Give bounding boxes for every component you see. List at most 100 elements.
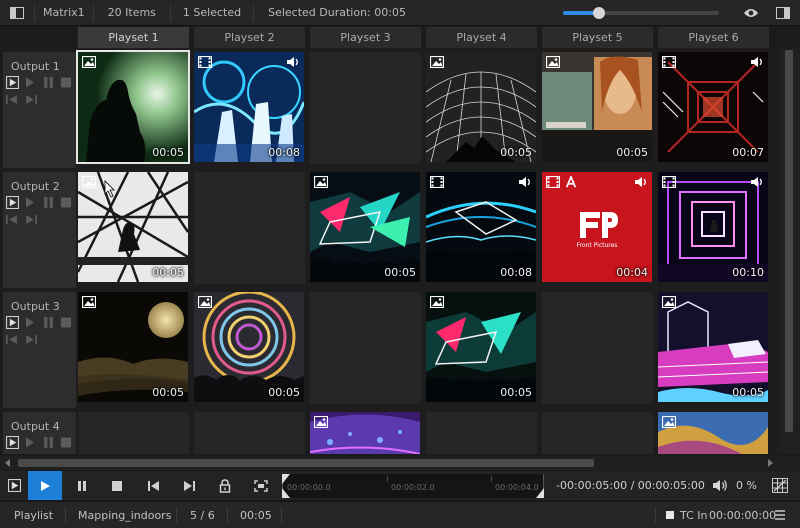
play-next-icon[interactable]	[25, 76, 35, 89]
image-icon	[430, 56, 444, 68]
media-cell-output2-playset3[interactable]: 00:05	[310, 172, 420, 282]
column-header-playset-2[interactable]: Playset 2	[194, 27, 305, 48]
prev-icon[interactable]	[6, 94, 19, 105]
row-header-output-2[interactable]: Output 2	[3, 172, 76, 288]
header-corner	[0, 27, 78, 48]
prev-icon[interactable]	[6, 334, 19, 345]
empty-cell[interactable]	[78, 412, 189, 454]
menu-icon[interactable]	[775, 510, 785, 520]
column-header-playset-6[interactable]: Playset 6	[658, 27, 769, 48]
duration-label: 00:05	[500, 386, 532, 399]
previous-button[interactable]	[136, 471, 170, 500]
media-cell-output1-playset6[interactable]: 00:07	[658, 52, 768, 162]
play-icon[interactable]	[6, 316, 19, 329]
video-icon	[662, 176, 676, 188]
zoom-slider[interactable]	[563, 7, 719, 19]
media-cell-output3-playset6[interactable]: 00:05	[658, 292, 768, 402]
stop-icon[interactable]	[60, 436, 72, 449]
duration-label: 00:05	[732, 386, 764, 399]
play-icon[interactable]	[6, 436, 19, 449]
media-cell-output3-playset2[interactable]: 00:05	[194, 292, 304, 402]
empty-cell[interactable]	[194, 172, 305, 284]
media-cell-output1-playset5[interactable]: 00:05	[542, 52, 652, 162]
panel-toggle-button[interactable]	[0, 0, 34, 26]
pause-icon[interactable]	[43, 76, 54, 89]
zoom-slider-handle[interactable]	[592, 7, 605, 19]
play-icon[interactable]	[6, 76, 19, 89]
play-next-icon[interactable]	[25, 436, 35, 449]
status-project[interactable]: Mapping_indoors	[78, 502, 171, 528]
prev-icon[interactable]	[6, 214, 19, 225]
play-button[interactable]	[0, 471, 28, 500]
empty-cell[interactable]	[426, 412, 537, 454]
media-cell-output4-playset6[interactable]	[658, 412, 768, 454]
row-header-output-3[interactable]: Output 3	[3, 292, 76, 408]
media-cell-output4-playset3[interactable]	[310, 412, 420, 454]
status-divider	[176, 507, 177, 523]
stop-icon[interactable]	[60, 316, 72, 329]
empty-cell[interactable]	[542, 412, 653, 454]
column-header-playset-1[interactable]: Playset 1	[78, 27, 189, 48]
media-cell-output2-playset6[interactable]: 00:10	[658, 172, 768, 282]
row-header-output-1[interactable]: Output 1	[3, 52, 76, 168]
timeline-label: 00:00:00.0	[287, 483, 331, 492]
prev-icon	[147, 480, 159, 491]
video-icon	[198, 56, 212, 68]
vertical-scroll-thumb[interactable]	[785, 50, 793, 432]
vertical-scrollbar[interactable]	[778, 48, 800, 454]
next-icon[interactable]	[24, 334, 37, 345]
media-cell-output1-playset2[interactable]: 00:08	[194, 52, 304, 162]
stop-button[interactable]	[100, 471, 134, 500]
media-cell-output2-playset5[interactable]: Front Pictures 00:04	[542, 172, 652, 282]
pause-icon[interactable]	[43, 436, 54, 449]
status-position: 5 / 6	[190, 508, 215, 522]
matrix-name[interactable]: Matrix1	[35, 6, 93, 19]
column-header-playset-4[interactable]: Playset 4	[426, 27, 537, 48]
timeline-label: 00:00:02.0	[391, 483, 435, 492]
right-panel-button[interactable]	[770, 0, 796, 26]
image-icon	[198, 296, 212, 308]
pause-button[interactable]	[65, 471, 99, 500]
empty-cell[interactable]	[310, 292, 421, 404]
play-icon[interactable]	[6, 196, 19, 209]
empty-cell[interactable]	[542, 292, 653, 404]
timeline-end-marker-icon[interactable]	[535, 474, 544, 498]
empty-cell[interactable]	[194, 412, 305, 454]
text-icon	[565, 176, 577, 188]
audio-icon	[634, 176, 648, 188]
grid-icon[interactable]	[772, 478, 788, 493]
media-cell-output3-playset4[interactable]: 00:05	[426, 292, 536, 402]
next-icon[interactable]	[24, 214, 37, 225]
pause-icon[interactable]	[43, 196, 54, 209]
play-next-icon[interactable]	[25, 196, 35, 209]
column-header-playset-3[interactable]: Playset 3	[310, 27, 421, 48]
next-icon[interactable]	[24, 94, 37, 105]
stop-icon[interactable]	[60, 196, 72, 209]
media-cell-output1-playset1[interactable]: 00:05	[76, 50, 190, 164]
image-icon	[662, 416, 676, 428]
play-active-button[interactable]	[28, 471, 62, 500]
media-cell-output2-playset1[interactable]: 00:05	[78, 172, 188, 282]
media-cell-output2-playset4[interactable]: 00:08	[426, 172, 536, 282]
volume-icon[interactable]	[712, 479, 728, 492]
media-cell-output3-playset1[interactable]: 00:05	[78, 292, 188, 402]
scroll-right-icon[interactable]	[766, 459, 774, 467]
scroll-left-icon[interactable]	[4, 459, 12, 467]
column-header-playset-5[interactable]: Playset 5	[542, 27, 653, 48]
status-mode[interactable]: Playlist	[14, 502, 53, 528]
empty-cell[interactable]	[310, 52, 421, 164]
horizontal-scroll-thumb[interactable]	[18, 459, 594, 467]
lock-button[interactable]	[208, 471, 242, 500]
visibility-button[interactable]	[738, 0, 764, 26]
play-next-icon[interactable]	[25, 316, 35, 329]
item-count: 20 Items	[107, 6, 156, 19]
duration-label: 00:10	[732, 266, 764, 279]
fit-button[interactable]	[244, 471, 278, 500]
next-button[interactable]	[172, 471, 206, 500]
pause-icon[interactable]	[43, 316, 54, 329]
stop-icon[interactable]	[60, 76, 72, 89]
duration-label: 00:08	[500, 266, 532, 279]
horizontal-scrollbar[interactable]	[0, 456, 800, 470]
media-cell-output1-playset4[interactable]: 00:05	[426, 52, 536, 162]
timeline-ruler[interactable]: 00:00:00.0 00:00:02.0 00:00:04.0	[282, 474, 544, 498]
